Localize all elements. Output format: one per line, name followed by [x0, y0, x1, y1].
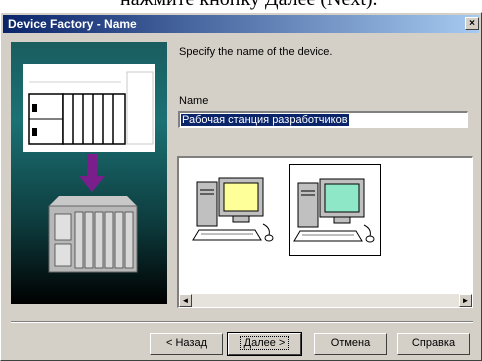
next-button-label: Далее > — [239, 336, 290, 350]
device-factory-dialog: Device Factory - Name × Specify the name… — [0, 12, 482, 361]
scroll-right-icon: ► — [461, 296, 470, 305]
rack-diagram-icon — [23, 64, 155, 152]
wizard-illustration-panel — [11, 42, 167, 304]
button-separator — [11, 321, 473, 323]
plc-hardware-icon — [48, 196, 138, 273]
workstation-yellow-screen-icon — [192, 177, 274, 242]
back-button[interactable]: < Назад — [150, 333, 223, 355]
name-field-label: Name — [179, 95, 209, 107]
help-button[interactable]: Справка — [397, 333, 470, 355]
title-bar[interactable]: Device Factory - Name × — [3, 15, 479, 33]
device-icon-option-2[interactable] — [289, 164, 381, 256]
device-name-value: Рабочая станция разработчиков — [181, 114, 349, 126]
cancel-button-label: Отмена — [330, 337, 371, 349]
cancel-button[interactable]: Отмена — [314, 333, 387, 355]
help-button-label: Справка — [411, 337, 456, 349]
horizontal-scrollbar[interactable]: ◄ ► — [179, 294, 472, 307]
device-name-input[interactable]: Рабочая станция разработчиков — [178, 111, 468, 128]
close-button[interactable]: × — [465, 17, 479, 30]
next-button[interactable]: Далее > — [227, 332, 302, 356]
back-button-label: < Назад — [166, 337, 207, 349]
device-icon-list[interactable]: ◄ ► — [177, 156, 473, 308]
scroll-left-button[interactable]: ◄ — [179, 294, 192, 307]
window-title: Device Factory - Name — [8, 17, 137, 31]
instruction-text: Specify the name of the device. — [179, 46, 333, 58]
scroll-right-button[interactable]: ► — [459, 294, 472, 307]
device-illustration — [23, 64, 155, 273]
scroll-left-icon: ◄ — [181, 296, 190, 305]
caption-text: нажмите кнопку Далее (Next). — [120, 0, 378, 11]
device-icon-option-1[interactable] — [189, 164, 281, 256]
document-caption-fragment: нажмите кнопку Далее (Next). — [0, 0, 482, 12]
close-icon: × — [469, 18, 475, 29]
workstation-green-screen-icon — [293, 178, 375, 243]
down-arrow-icon — [79, 154, 105, 192]
